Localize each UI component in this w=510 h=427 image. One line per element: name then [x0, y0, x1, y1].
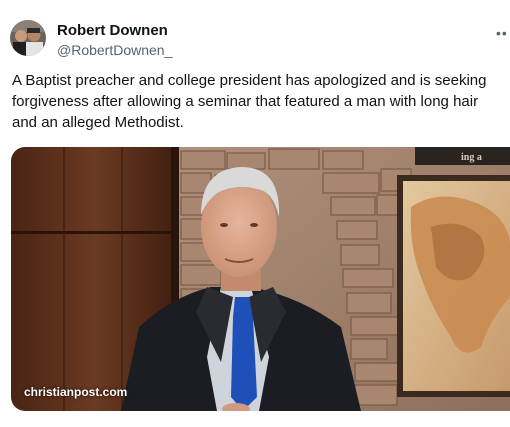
author-display-name[interactable]: Robert Downen: [57, 22, 168, 40]
more-options-icon[interactable]: ••: [496, 25, 508, 41]
tweet-text-line: forgiveness after allowing a seminar tha…: [12, 93, 479, 110]
video-frame: ing a: [11, 147, 510, 411]
media-watermark: christianpost.com: [24, 385, 128, 399]
tweet-text-line: A Baptist preacher and college president…: [12, 72, 487, 89]
sign-text: ing a: [461, 152, 482, 163]
author-handle[interactable]: @RobertDownen_: [57, 41, 172, 59]
avatar[interactable]: [10, 20, 46, 56]
tweet-video-thumbnail[interactable]: ing a: [11, 147, 510, 411]
tweet-text: A Baptist preacher and college president…: [12, 70, 510, 133]
tweet-text-line: and an alleged Methodist.: [12, 114, 184, 131]
